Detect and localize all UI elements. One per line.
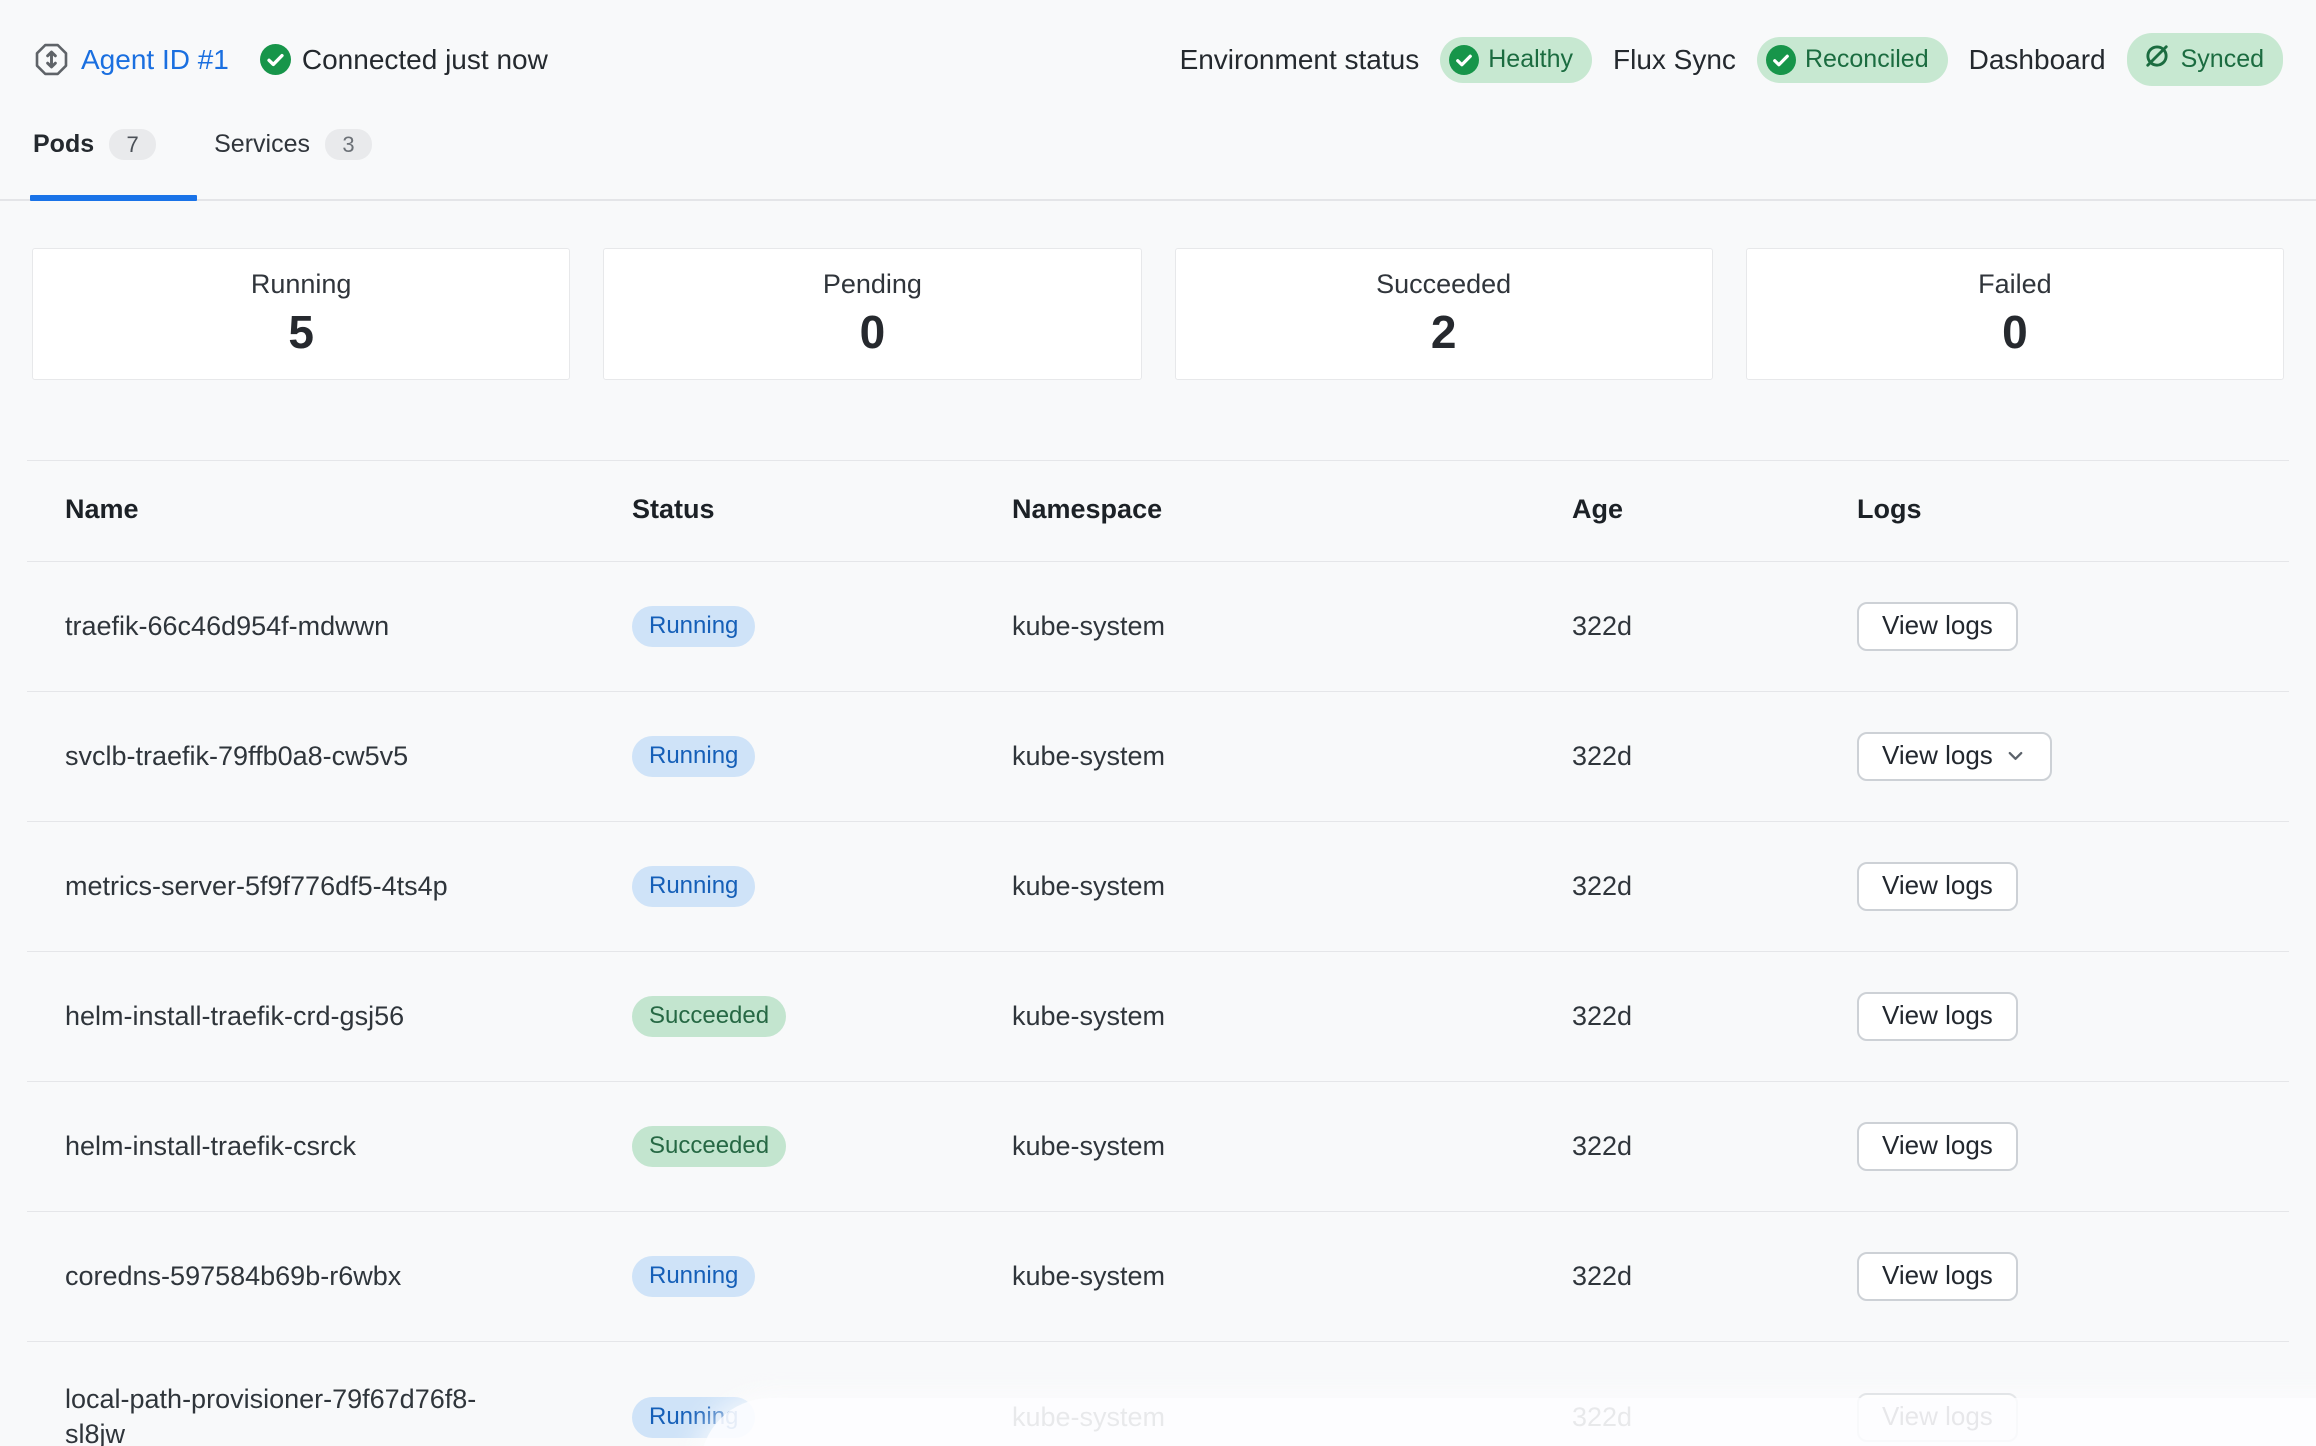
pods-table-body: traefik-66c46d954f-mdwwn Running kube-sy…: [27, 562, 2289, 1446]
pod-stats-row: Running 5 Pending 0 Succeeded 2 Failed 0: [32, 248, 2284, 380]
view-logs-label: View logs: [1882, 740, 1993, 771]
column-header-name: Name: [27, 461, 632, 562]
stat-value: 5: [288, 305, 314, 359]
table-row: svclb-traefik-79ffb0a8-cw5v5 Running kub…: [27, 692, 2289, 822]
agent-status-group: Agent ID #1 Connected just now: [33, 41, 548, 78]
environment-status-label: Environment status: [1180, 44, 1420, 76]
stat-card-pending: Pending 0: [603, 248, 1141, 380]
table-row: helm-install-traefik-csrck Succeeded kub…: [27, 1082, 2289, 1212]
pod-age: 322d: [1572, 871, 1632, 901]
stat-value: 0: [2002, 305, 2028, 359]
view-logs-label: View logs: [1882, 610, 1993, 641]
connection-status-text: Connected just now: [302, 44, 548, 76]
check-circle-icon: [1449, 45, 1479, 75]
stat-card-running: Running 5: [32, 248, 570, 380]
table-row: metrics-server-5f9f776df5-4ts4p Running …: [27, 822, 2289, 952]
stat-card-failed: Failed 0: [1746, 248, 2284, 380]
pods-table: Name Status Namespace Age Logs traefik-6…: [27, 460, 2289, 1446]
tab-pods[interactable]: Pods 7: [33, 129, 156, 199]
stat-value: 0: [860, 305, 886, 359]
view-logs-button[interactable]: View logs: [1857, 1252, 2018, 1301]
pod-name: traefik-66c46d954f-mdwwn: [65, 609, 497, 644]
tab-pods-label: Pods: [33, 129, 94, 160]
column-header-status: Status: [632, 461, 1012, 562]
pod-age: 322d: [1572, 1261, 1632, 1291]
pod-name: local-path-provisioner-79f67d76f8-sl8jw: [65, 1382, 497, 1446]
flux-sync-label: Flux Sync: [1613, 44, 1736, 76]
table-row: traefik-66c46d954f-mdwwn Running kube-sy…: [27, 562, 2289, 692]
pod-age: 322d: [1572, 1131, 1632, 1161]
flux-sync-value: Reconciled: [1805, 45, 1929, 74]
pod-namespace: kube-system: [1012, 871, 1165, 901]
pod-name: helm-install-traefik-csrck: [65, 1129, 497, 1164]
pod-name: coredns-597584b69b-r6wbx: [65, 1259, 497, 1294]
pod-name: metrics-server-5f9f776df5-4ts4p: [65, 869, 497, 904]
status-badge: Succeeded: [632, 996, 786, 1037]
stat-value: 2: [1431, 305, 1457, 359]
table-row: coredns-597584b69b-r6wbx Running kube-sy…: [27, 1212, 2289, 1342]
pod-name: svclb-traefik-79ffb0a8-cw5v5: [65, 739, 497, 774]
chevron-down-icon: [2004, 744, 2027, 767]
environment-status-value: Healthy: [1488, 45, 1573, 74]
dashboard-sync-badge: Synced: [2127, 33, 2283, 86]
status-badge: Succeeded: [632, 1126, 786, 1167]
check-circle-icon: [260, 44, 291, 75]
stat-label: Running: [251, 269, 352, 300]
status-badge: Running: [632, 606, 755, 647]
sync-icon: [2139, 41, 2172, 78]
pod-namespace: kube-system: [1012, 1131, 1165, 1161]
view-logs-button[interactable]: View logs: [1857, 992, 2018, 1041]
view-logs-label: View logs: [1882, 1260, 1993, 1291]
tab-services[interactable]: Services 3: [214, 129, 372, 199]
column-header-logs: Logs: [1857, 461, 2289, 562]
environment-status-badge: Healthy: [1440, 37, 1592, 83]
topbar: Agent ID #1 Connected just now Environme…: [0, 0, 2316, 86]
tab-services-count-badge: 3: [325, 129, 372, 160]
stat-card-succeeded: Succeeded 2: [1175, 248, 1713, 380]
column-header-age: Age: [1572, 461, 1857, 562]
stat-label: Succeeded: [1376, 269, 1511, 300]
tab-services-label: Services: [214, 129, 310, 160]
pod-age: 322d: [1572, 1402, 1632, 1432]
view-logs-button[interactable]: View logs: [1857, 602, 2018, 651]
check-circle-icon: [1766, 45, 1796, 75]
stat-label: Failed: [1978, 269, 2052, 300]
dashboard-label: Dashboard: [1969, 44, 2106, 76]
pod-namespace: kube-system: [1012, 1001, 1165, 1031]
pod-age: 322d: [1572, 611, 1632, 641]
status-badge: Running: [632, 736, 755, 777]
dashboard-sync-value: Synced: [2181, 45, 2264, 74]
pod-namespace: kube-system: [1012, 1402, 1165, 1432]
agent-id-link[interactable]: Agent ID #1: [81, 44, 229, 76]
view-logs-label: View logs: [1882, 1000, 1993, 1031]
tab-bar: Pods 7 Services 3: [0, 129, 2316, 201]
pod-namespace: kube-system: [1012, 611, 1165, 641]
table-row: helm-install-traefik-crd-gsj56 Succeeded…: [27, 952, 2289, 1082]
status-badge: Running: [632, 1256, 755, 1297]
tab-pods-count-badge: 7: [109, 129, 156, 160]
flux-sync-badge: Reconciled: [1757, 37, 1948, 83]
pod-name: helm-install-traefik-crd-gsj56: [65, 999, 497, 1034]
pod-age: 322d: [1572, 741, 1632, 771]
view-logs-label: View logs: [1882, 1130, 1993, 1161]
view-logs-button[interactable]: View logs: [1857, 732, 2052, 781]
view-logs-button[interactable]: View logs: [1857, 1393, 2018, 1442]
status-badge: Running: [632, 1397, 755, 1438]
stat-label: Pending: [823, 269, 922, 300]
status-badge: Running: [632, 866, 755, 907]
pod-age: 322d: [1572, 1001, 1632, 1031]
view-logs-label: View logs: [1882, 870, 1993, 901]
table-header-row: Name Status Namespace Age Logs: [27, 461, 2289, 562]
pod-namespace: kube-system: [1012, 741, 1165, 771]
pods-table-section: Name Status Namespace Age Logs traefik-6…: [27, 460, 2289, 1446]
view-logs-button[interactable]: View logs: [1857, 1122, 2018, 1171]
environment-badges-group: Environment status Healthy Flux Sync: [1180, 33, 2283, 86]
table-row: local-path-provisioner-79f67d76f8-sl8jw …: [27, 1342, 2289, 1446]
agent-icon: [33, 41, 70, 78]
pod-namespace: kube-system: [1012, 1261, 1165, 1291]
view-logs-button[interactable]: View logs: [1857, 862, 2018, 911]
view-logs-label: View logs: [1882, 1401, 1993, 1432]
column-header-namespace: Namespace: [1012, 461, 1572, 562]
page-root: Agent ID #1 Connected just now Environme…: [0, 0, 2316, 1446]
